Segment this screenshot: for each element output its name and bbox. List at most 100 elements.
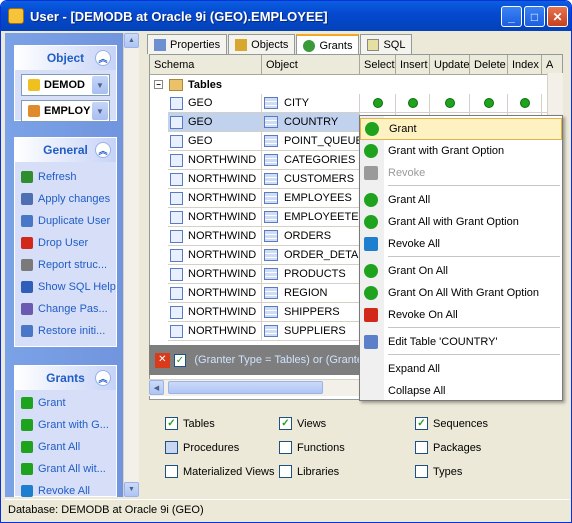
general-panel-header[interactable]: General ︽ bbox=[15, 138, 116, 162]
clear-filter-icon[interactable]: ✕ bbox=[155, 352, 170, 368]
menu-item[interactable]: Revoke bbox=[360, 162, 562, 184]
schema-cell: GEO bbox=[168, 132, 262, 151]
tab-objects[interactable]: Objects bbox=[228, 34, 296, 54]
column-header-insert[interactable]: Insert bbox=[396, 55, 430, 75]
grants-item[interactable]: Grant All wit... bbox=[15, 458, 116, 480]
grant-cell[interactable] bbox=[430, 94, 470, 113]
title-bar[interactable]: User - [DEMODB at Oracle 9i (GEO).EMPLOY… bbox=[1, 1, 571, 31]
column-header-alter[interactable]: A bbox=[542, 55, 562, 75]
group-row-tables[interactable]: − Tables bbox=[150, 75, 562, 94]
database-select[interactable]: DEMOD ▼ bbox=[21, 74, 110, 96]
column-header-object[interactable]: Object bbox=[262, 55, 360, 75]
collapse-chevron-icon[interactable]: ︽ bbox=[95, 50, 111, 66]
column-header-index[interactable]: Index bbox=[508, 55, 542, 75]
type-option[interactable]: Libraries bbox=[279, 465, 339, 478]
general-item[interactable]: Drop User bbox=[15, 232, 116, 254]
filter-enabled-checkbox[interactable]: ✓ bbox=[173, 353, 187, 367]
type-option[interactable]: ✓ Tables bbox=[165, 417, 215, 430]
grant-cell[interactable] bbox=[360, 94, 396, 113]
menu-item[interactable]: Grant All bbox=[360, 189, 562, 211]
general-item[interactable]: Duplicate User bbox=[15, 210, 116, 232]
menu-item[interactable]: Revoke All bbox=[360, 233, 562, 255]
grants-panel-header[interactable]: Grants ︽ bbox=[15, 366, 116, 390]
menu-item-label: Grant All with Grant Option bbox=[388, 216, 519, 228]
type-option[interactable]: Types bbox=[415, 465, 462, 478]
wrench-icon bbox=[21, 193, 33, 205]
tab-properties[interactable]: Properties bbox=[147, 34, 228, 54]
menu-item[interactable]: Revoke On All bbox=[360, 304, 562, 326]
grid-horizontal-scrollbar[interactable]: ◀ bbox=[149, 379, 363, 396]
grants-item[interactable]: Grant bbox=[15, 392, 116, 414]
general-item[interactable]: Report struc... bbox=[15, 254, 116, 276]
status-bar: Database: DEMODB at Oracle 9i (GEO) bbox=[5, 499, 569, 519]
type-option[interactable]: Procedures bbox=[165, 441, 239, 454]
type-option[interactable]: Packages bbox=[415, 441, 481, 454]
close-button[interactable]: ✕ bbox=[547, 6, 568, 27]
type-option[interactable]: Materialized Views bbox=[165, 465, 275, 478]
unchecked-checkbox[interactable] bbox=[279, 465, 292, 478]
menu-item[interactable]: Grant On All With Grant Option bbox=[360, 282, 562, 304]
object-cell: ORDER_DETA bbox=[262, 246, 360, 265]
collapse-chevron-icon[interactable]: ︽ bbox=[95, 370, 111, 386]
tab-grants[interactable]: Grants bbox=[296, 34, 360, 55]
grant-cell[interactable] bbox=[470, 94, 508, 113]
object-panel-header[interactable]: Object ︽ bbox=[15, 46, 116, 70]
type-option-label: Functions bbox=[297, 441, 345, 454]
column-header-update[interactable]: Update bbox=[430, 55, 470, 75]
menu-item[interactable]: Expand All bbox=[360, 358, 562, 380]
unchecked-checkbox[interactable] bbox=[165, 465, 178, 478]
checked-checkbox[interactable]: ✓ bbox=[415, 417, 428, 430]
collapse-icon[interactable]: − bbox=[154, 80, 163, 89]
checked-checkbox[interactable]: ✓ bbox=[165, 417, 178, 430]
user-select[interactable]: EMPLOY ▼ bbox=[21, 100, 110, 122]
general-item[interactable]: Change Pas... bbox=[15, 298, 116, 320]
menu-item[interactable]: Grant All with Grant Option bbox=[360, 211, 562, 233]
type-option[interactable]: Functions bbox=[279, 441, 345, 454]
grants-item-label: Grant All bbox=[38, 441, 81, 453]
general-item[interactable]: Refresh bbox=[15, 166, 116, 188]
menu-item[interactable]: Grant On All bbox=[360, 260, 562, 282]
unchecked-checkbox[interactable] bbox=[415, 441, 428, 454]
type-option-label: Packages bbox=[433, 441, 482, 454]
general-item[interactable]: Restore initi... bbox=[15, 320, 116, 342]
navigation-scrollbar[interactable]: ▲ ▼ bbox=[123, 33, 139, 497]
unchecked-checkbox[interactable] bbox=[165, 441, 178, 454]
unchecked-checkbox[interactable] bbox=[415, 465, 428, 478]
type-option[interactable]: ✓ Sequences bbox=[415, 417, 488, 430]
type-option[interactable]: ✓ Views bbox=[279, 417, 326, 430]
table-icon bbox=[264, 135, 278, 147]
chevron-down-icon[interactable]: ▼ bbox=[92, 76, 108, 94]
schema-name: GEO bbox=[188, 116, 213, 128]
checked-checkbox[interactable]: ✓ bbox=[279, 417, 292, 430]
menu-item[interactable]: Grant with Grant Option bbox=[360, 140, 562, 162]
column-header-select[interactable]: Select bbox=[360, 55, 396, 75]
general-item[interactable]: Show SQL Help bbox=[15, 276, 116, 298]
chevron-down-icon[interactable]: ▼ bbox=[92, 102, 108, 120]
column-header-schema[interactable]: Schema bbox=[150, 55, 262, 75]
menu-item[interactable]: Edit Table 'COUNTRY' bbox=[360, 331, 562, 353]
object-name: COUNTRY bbox=[284, 116, 339, 128]
menu-item[interactable]: Collapse All bbox=[360, 380, 562, 402]
minimize-button[interactable]: _ bbox=[501, 6, 522, 27]
scroll-left-icon[interactable]: ◀ bbox=[149, 380, 164, 395]
scroll-up-icon[interactable]: ▲ bbox=[124, 33, 139, 48]
grants-item[interactable]: Grant with G... bbox=[15, 414, 116, 436]
schema-icon bbox=[170, 153, 183, 167]
filter-bar: ✕ ✓ (Granter Type = Tables) or (Grante bbox=[149, 345, 363, 375]
maximize-button[interactable]: □ bbox=[524, 6, 545, 27]
collapse-chevron-icon[interactable]: ︽ bbox=[95, 142, 111, 158]
scroll-down-icon[interactable]: ▼ bbox=[124, 482, 139, 497]
grant-cell[interactable] bbox=[508, 94, 542, 113]
general-panel-title: General bbox=[43, 143, 88, 157]
grants-item[interactable]: Grant All bbox=[15, 436, 116, 458]
grant-cell[interactable] bbox=[396, 94, 430, 113]
menu-separator bbox=[388, 256, 560, 257]
general-item[interactable]: Apply changes bbox=[15, 188, 116, 210]
object-panel: Object ︽ DEMOD ▼ EMPLOY ▼ bbox=[14, 45, 117, 122]
table-row[interactable]: GEO CITY bbox=[150, 94, 562, 113]
menu-item[interactable]: Grant bbox=[360, 118, 562, 140]
scroll-thumb[interactable] bbox=[168, 381, 323, 394]
column-header-delete[interactable]: Delete bbox=[470, 55, 508, 75]
tab-sql[interactable]: SQL bbox=[360, 34, 413, 54]
unchecked-checkbox[interactable] bbox=[279, 441, 292, 454]
